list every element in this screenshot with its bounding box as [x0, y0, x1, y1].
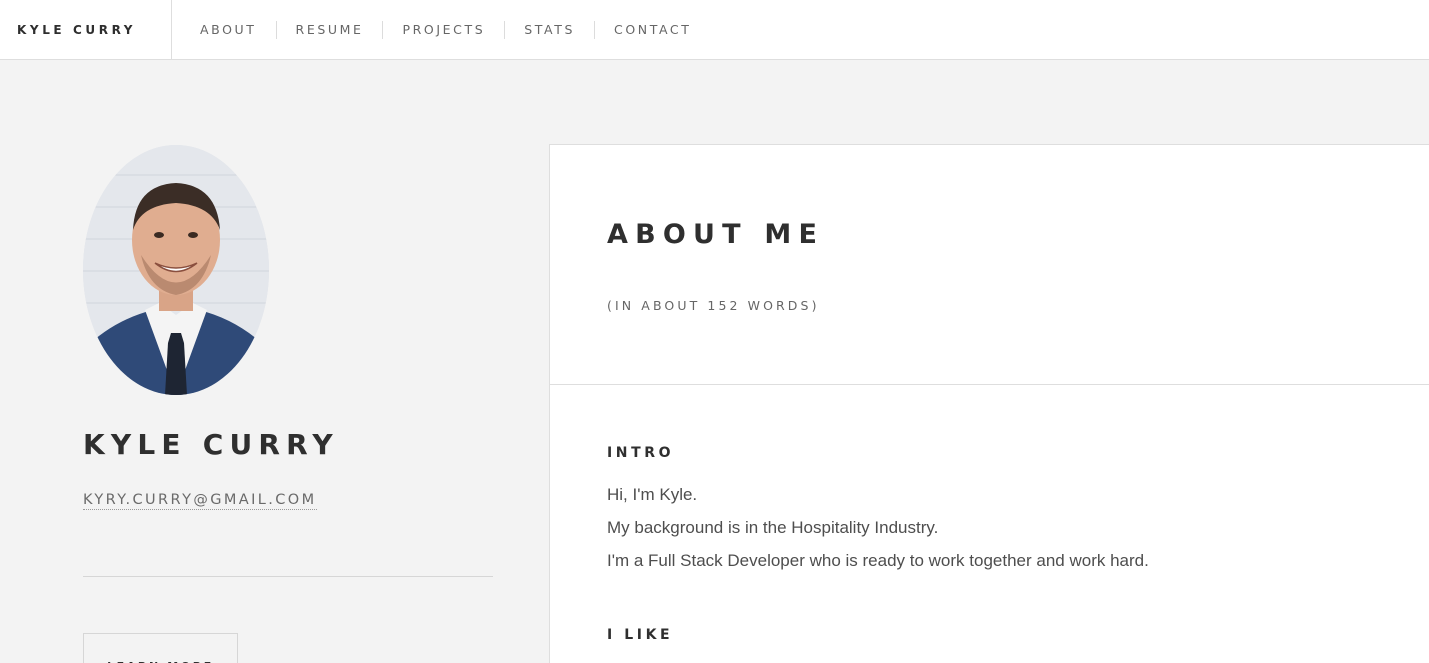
brand-link[interactable]: KYLE CURRY [0, 0, 172, 60]
learn-more-button[interactable]: LEARN MORE [83, 633, 238, 663]
about-card-header: ABOUT ME (IN ABOUT 152 WORDS) [550, 145, 1429, 385]
profile-name: KYLE CURRY [83, 428, 339, 461]
page-title: ABOUT ME [607, 219, 825, 250]
intro-heading: INTRO [607, 445, 675, 461]
sidebar-divider [83, 576, 493, 577]
main-nav: ABOUT RESUME PROJECTS STATS CONTACT [172, 20, 710, 39]
intro-line: My background is in the Hospitality Indu… [607, 518, 939, 537]
profile-avatar [83, 145, 269, 395]
nav-resume[interactable]: RESUME [275, 20, 383, 39]
profile-photo-icon [83, 145, 269, 395]
about-card: ABOUT ME (IN ABOUT 152 WORDS) INTRO Hi, … [549, 144, 1429, 663]
nav-contact[interactable]: CONTACT [594, 20, 710, 39]
intro-line: Hi, I'm Kyle. [607, 485, 698, 504]
nav-stats[interactable]: STATS [504, 20, 594, 39]
page-subtitle: (IN ABOUT 152 WORDS) [607, 298, 820, 313]
nav-projects[interactable]: PROJECTS [382, 20, 504, 39]
intro-line: I'm a Full Stack Developer who is ready … [607, 551, 1149, 570]
i-like-heading: I LIKE [607, 627, 674, 643]
profile-email-link[interactable]: KYRY.CURRY@GMAIL.COM [83, 492, 317, 510]
top-navbar: KYLE CURRY ABOUT RESUME PROJECTS STATS C… [0, 0, 1429, 60]
nav-about[interactable]: ABOUT [181, 21, 276, 39]
